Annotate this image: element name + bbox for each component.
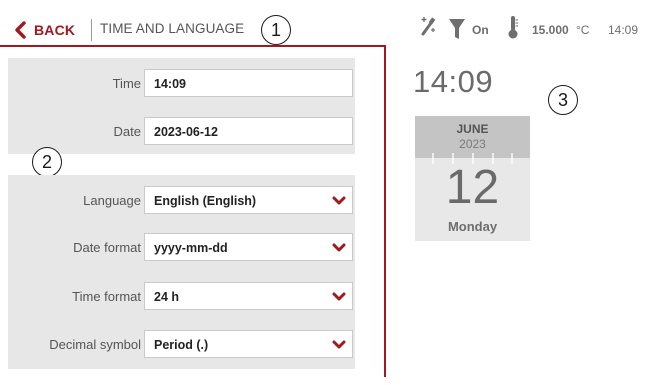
panel-divider [384, 45, 386, 377]
calendar-widget: JUNE 2023 12 Monday [415, 116, 530, 241]
decimal-symbol-row: Decimal symbol Period (.) [8, 330, 355, 360]
date-format-row: Date format yyyy-mm-dd [8, 233, 355, 263]
callout-3: 3 [548, 85, 578, 115]
chevron-down-icon [332, 340, 346, 349]
language-value: English (English) [154, 194, 257, 208]
time-row: Time 14:09 [8, 69, 355, 99]
back-label: BACK [34, 22, 76, 38]
calendar-day: 12 [445, 161, 500, 214]
time-format-value: 24 h [154, 290, 180, 304]
header-separator [91, 19, 92, 41]
date-format-value: yyyy-mm-dd [154, 241, 228, 255]
time-format-select[interactable]: 24 h [144, 282, 353, 310]
language-row: Language English (English) [8, 186, 355, 216]
decimal-symbol-label: Decimal symbol [49, 337, 141, 352]
header-divider [0, 45, 386, 47]
thermometer-icon [508, 16, 518, 39]
chevron-down-icon [332, 243, 346, 252]
header-bar: BACK TIME AND LANGUAGE 1 On 15.000 °C 14… [0, 0, 646, 58]
date-format-label: Date format [73, 240, 141, 255]
magic-wand-icon[interactable] [420, 14, 436, 36]
time-date-panel: Time 14:09 Date 2023-06-12 [8, 58, 355, 154]
filter-status-text: On [472, 23, 489, 37]
callout-2: 2 [32, 147, 62, 177]
date-label: Date [113, 124, 141, 139]
callout-1: 1 [261, 15, 291, 45]
temperature-unit: °C [576, 23, 590, 37]
calendar-weekday: Monday [447, 219, 498, 234]
header-clock: 14:09 [608, 23, 639, 37]
date-input[interactable]: 2023-06-12 [144, 117, 353, 145]
back-button[interactable]: BACK [14, 20, 75, 40]
chevron-down-icon [332, 292, 346, 301]
date-row: Date 2023-06-12 [8, 117, 355, 147]
time-format-row: Time format 24 h [8, 282, 355, 312]
decimal-symbol-value: Period (.) [154, 338, 209, 352]
time-label: Time [112, 76, 141, 91]
page-title: TIME AND LANGUAGE [100, 21, 245, 36]
calendar-year: 2023 [459, 137, 486, 151]
format-settings-panel: Language English (English) Date format y… [8, 175, 355, 369]
calendar-month: JUNE [456, 122, 489, 136]
large-clock: 14:09 [413, 64, 494, 99]
funnel-icon[interactable] [448, 18, 466, 40]
date-format-select[interactable]: yyyy-mm-dd [144, 233, 353, 261]
time-format-label: Time format [72, 289, 141, 304]
chevron-down-icon [332, 196, 346, 205]
temperature-value: 15.000 [532, 23, 569, 37]
decimal-symbol-select[interactable]: Period (.) [144, 330, 353, 358]
time-input[interactable]: 14:09 [144, 69, 353, 97]
language-label: Language [83, 193, 141, 208]
language-select[interactable]: English (English) [144, 186, 353, 214]
chevron-left-icon [15, 21, 26, 39]
